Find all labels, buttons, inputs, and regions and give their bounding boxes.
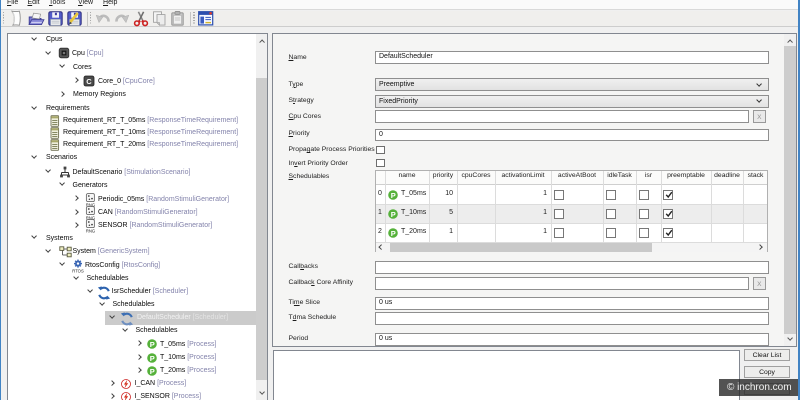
svg-text:P: P [391,210,396,219]
svg-text:P: P [149,353,154,362]
svg-text:C: C [86,77,92,86]
svg-text:P: P [391,191,396,200]
svg-text:P: P [149,366,154,375]
svg-text:P: P [149,340,154,349]
svg-text:RTOS: RTOS [72,268,84,272]
svg-text:RNG: RNG [86,228,95,233]
svg-text:P: P [391,229,396,238]
